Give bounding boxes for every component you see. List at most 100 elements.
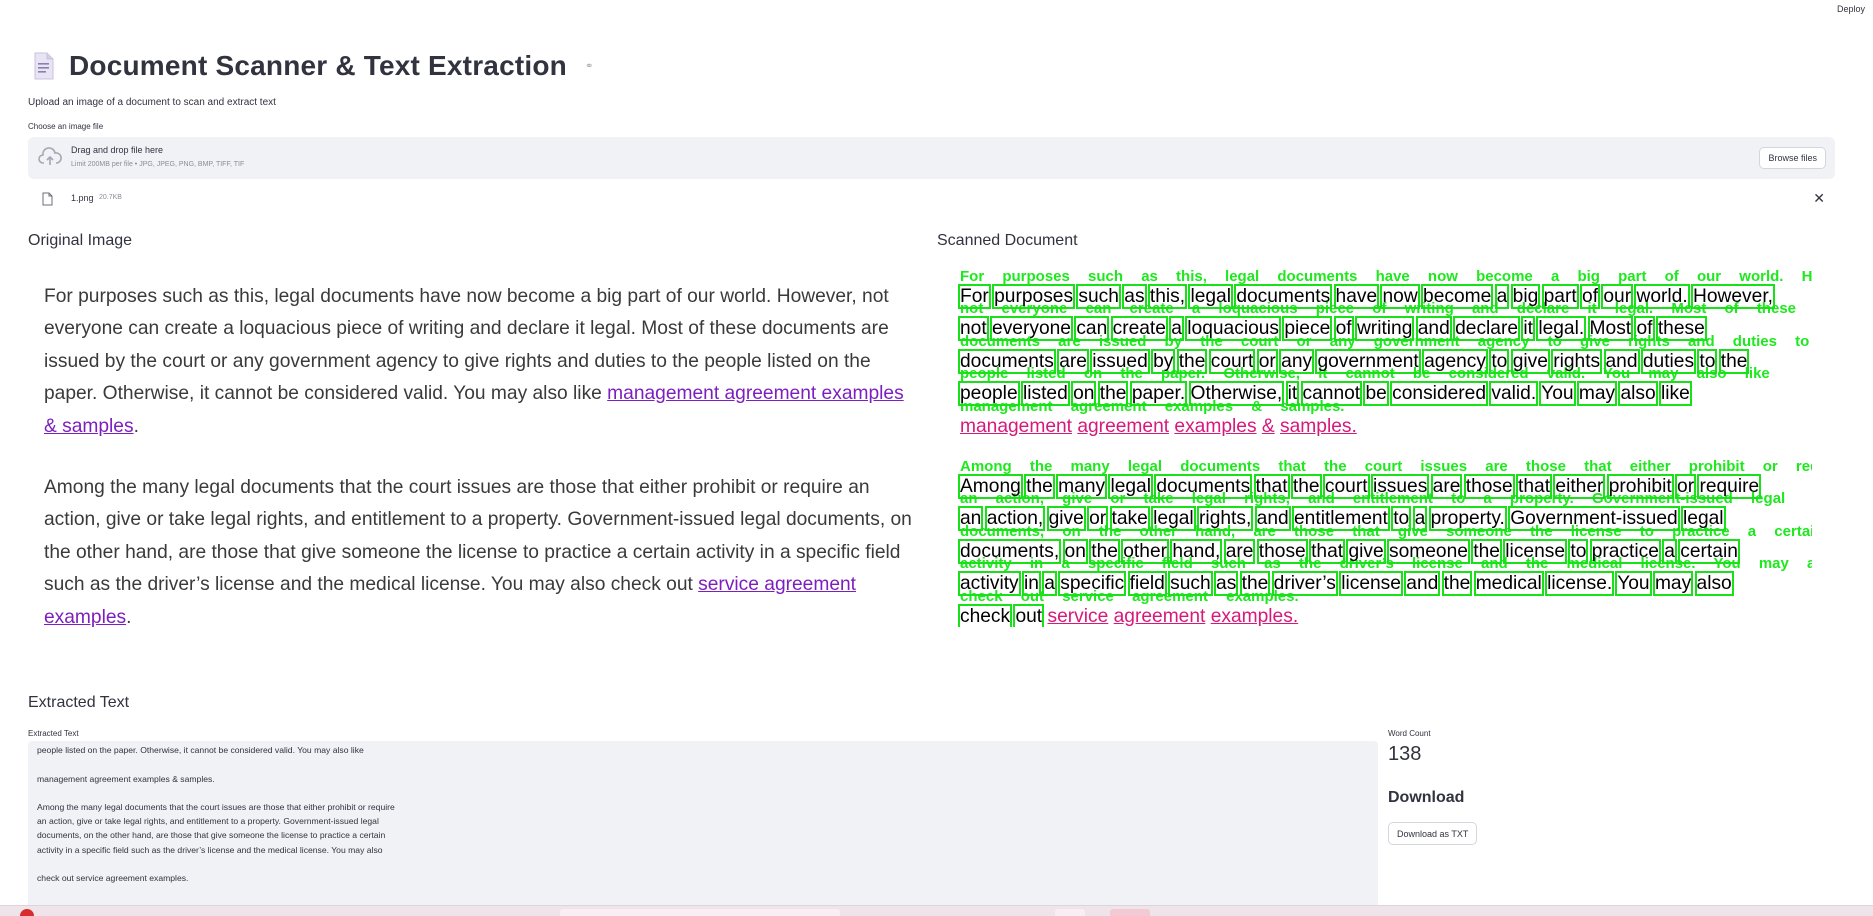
scan-word: Most <box>1587 316 1634 342</box>
scan-word: legal <box>1151 506 1196 532</box>
scan-word: such <box>1168 571 1213 597</box>
scan-word: that <box>1309 538 1346 564</box>
scan-word: You <box>1615 571 1652 597</box>
scan-word: it <box>1285 381 1300 407</box>
scan-word: our <box>1601 284 1634 309</box>
uploaded-file: 1.png 20.7KB ✕ <box>28 190 1835 208</box>
download-txt-button[interactable]: Download as TXT <box>1388 822 1478 845</box>
scan-word: of <box>1634 316 1655 342</box>
anchor-link-icon[interactable]: ⚭ <box>585 61 593 72</box>
scan-line: management agreement examples & samples. <box>960 411 1357 443</box>
scan-word: everyone <box>990 316 1073 342</box>
download-heading: Download <box>1388 789 1465 806</box>
extracted-text-area[interactable]: documents are issued by the court or any… <box>28 741 1378 916</box>
extracted-text-content: documents are issued by the court or any… <box>37 745 395 884</box>
scan-word: license <box>1339 571 1403 597</box>
scan-word: an <box>957 506 984 532</box>
scan-word: license. <box>1545 571 1615 597</box>
taskbar-app-button[interactable] <box>1110 909 1150 916</box>
scan-word: by <box>1151 348 1176 374</box>
scan-line: activity in a specific field such as the… <box>958 568 1734 600</box>
scan-word: property. <box>1428 506 1507 532</box>
scan-word: cannot <box>1300 381 1363 407</box>
scan-word: that <box>1253 474 1290 499</box>
file-name: 1.png <box>71 193 94 203</box>
taskbar-app-button[interactable] <box>1055 909 1085 916</box>
scan-word: the <box>1290 474 1322 499</box>
document-icon <box>33 52 55 80</box>
scan-word: and <box>1254 506 1291 532</box>
remove-file-icon[interactable]: ✕ <box>1813 190 1825 207</box>
scan-word: are <box>1057 348 1089 374</box>
scan-word: to <box>1568 538 1589 564</box>
scan-word: those <box>1256 538 1308 564</box>
taskbar-app-icon[interactable] <box>20 909 34 916</box>
scan-word: medical <box>1473 571 1544 597</box>
scan-word: can <box>1074 316 1110 342</box>
scan-word: the <box>1718 348 1750 374</box>
scan-word: may <box>1576 381 1618 407</box>
page-subtitle: Upload an image of a document to scan an… <box>28 97 276 108</box>
dropzone-instructions: Drag and drop file here <box>71 145 164 155</box>
page-header: Document Scanner & Text Extraction ⚭ <box>33 50 593 82</box>
scan-word: considered <box>1390 381 1489 407</box>
scan-word: big <box>1510 284 1541 309</box>
scan-word: examples. <box>1210 605 1299 627</box>
scan-word: take <box>1109 506 1150 532</box>
scan-word: hand, <box>1170 538 1223 564</box>
scan-word: rights <box>1551 348 1603 374</box>
file-dropzone[interactable]: Drag and drop file here Limit 200MB per … <box>28 137 1835 179</box>
scan-word: as <box>1214 571 1239 597</box>
file-size: 20.7KB <box>99 194 122 201</box>
taskbar-search[interactable] <box>560 909 840 916</box>
scan-word: such <box>1076 284 1121 309</box>
scan-word: world. <box>1634 284 1690 309</box>
scan-line: people listed on the paper. Otherwise, i… <box>958 378 1692 410</box>
scan-word: entitlement <box>1292 506 1390 532</box>
scan-word: the <box>1176 348 1208 374</box>
scan-word: piece <box>1282 316 1333 342</box>
scan-word: of <box>1580 284 1601 309</box>
scan-word: to <box>1489 348 1510 374</box>
scan-word: court <box>1208 348 1256 374</box>
scan-word: give <box>1346 538 1386 564</box>
scan-word: on <box>1062 538 1088 564</box>
scan-word: a <box>1169 316 1184 342</box>
scan-word: issued <box>1090 348 1150 374</box>
scan-word: court <box>1322 474 1370 499</box>
scan-word: For <box>958 284 991 309</box>
scan-word: field <box>1127 571 1167 597</box>
scan-word: give <box>1046 506 1086 532</box>
scan-word: samples. <box>1280 415 1357 437</box>
scan-word: in <box>1021 571 1041 597</box>
scan-word: duties <box>1640 348 1697 374</box>
scan-word: have <box>1333 284 1380 309</box>
scan-line: For purposes such as this, legal documen… <box>958 281 1775 313</box>
scan-word: not <box>958 316 989 342</box>
scan-word: declare <box>1453 316 1521 342</box>
original-paragraph-2: Among the many legal documents that the … <box>44 477 912 628</box>
scan-word: valid. <box>1489 381 1539 407</box>
scan-word: also <box>1694 571 1734 597</box>
scan-word: someone <box>1386 538 1470 564</box>
extracted-text-heading: Extracted Text <box>28 694 130 711</box>
scan-word: certain <box>1678 538 1740 564</box>
scan-word: government <box>1315 348 1421 374</box>
word-count-label: Word Count <box>1388 729 1431 738</box>
scan-word: out <box>1013 603 1045 627</box>
scan-word: legal <box>1188 284 1233 309</box>
scan-word: many <box>1056 474 1108 499</box>
scan-word: the <box>1471 538 1502 564</box>
scan-word: legal <box>1681 506 1726 532</box>
scan-word: part <box>1541 284 1579 309</box>
deploy-button[interactable]: Deploy <box>1837 4 1865 14</box>
scan-word: the <box>1441 571 1473 597</box>
scan-word: documents <box>958 348 1056 374</box>
scan-word: purposes <box>992 284 1076 309</box>
scan-word: now <box>1380 284 1420 309</box>
browse-files-button[interactable]: Browse files <box>1759 147 1826 169</box>
scan-word: loquacious <box>1185 316 1282 342</box>
scan-word: management <box>960 415 1072 437</box>
scan-word: documents <box>1234 284 1333 309</box>
scan-word: prohibit <box>1606 474 1674 499</box>
